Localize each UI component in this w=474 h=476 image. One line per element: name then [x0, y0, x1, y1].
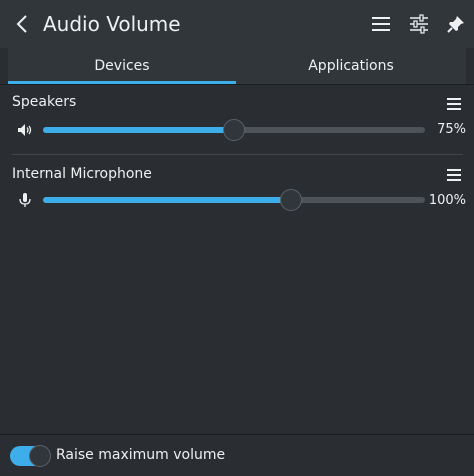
hamburger-menu-icon — [372, 17, 390, 31]
tab-bar: Devices Applications — [8, 48, 466, 84]
device-name-label: Internal Microphone — [12, 166, 152, 182]
footer-bar: Raise maximum volume — [0, 434, 474, 476]
menu-button[interactable] — [366, 9, 396, 39]
device-name-label: Speakers — [12, 94, 77, 110]
back-button[interactable] — [8, 8, 36, 40]
audio-volume-panel: Audio Volume Devices Applications Speake… — [0, 0, 474, 476]
speaker-icon[interactable] — [16, 121, 34, 139]
toggle-knob — [29, 445, 51, 467]
device-separator — [12, 154, 463, 155]
microphone-menu-button[interactable] — [444, 165, 464, 185]
slider-fill — [43, 127, 234, 133]
raise-max-volume-toggle[interactable] — [10, 445, 51, 467]
microphone-volume-slider[interactable] — [43, 188, 425, 212]
slider-handle[interactable] — [280, 189, 303, 211]
speakers-menu-button[interactable] — [444, 94, 464, 114]
hamburger-menu-icon — [447, 98, 461, 110]
back-arrow-icon — [16, 15, 27, 33]
slider-handle[interactable] — [223, 119, 245, 141]
pin-icon — [447, 16, 464, 33]
pin-button[interactable] — [441, 9, 471, 39]
slider-fill — [43, 197, 292, 203]
page-title: Audio Volume — [43, 12, 181, 36]
configure-button[interactable] — [404, 9, 434, 39]
hamburger-menu-icon — [447, 169, 461, 181]
header-bar: Audio Volume — [0, 0, 474, 48]
speakers-volume-slider[interactable] — [43, 118, 425, 142]
raise-max-volume-label: Raise maximum volume — [56, 447, 226, 463]
speakers-volume-percent: 75% — [437, 122, 466, 137]
microphone-icon[interactable] — [16, 191, 34, 209]
mixer-settings-icon — [410, 14, 428, 34]
tab-devices[interactable]: Devices — [8, 48, 236, 84]
tab-applications[interactable]: Applications — [236, 48, 466, 84]
microphone-volume-percent: 100% — [428, 193, 466, 208]
tabs-divider — [0, 84, 474, 85]
